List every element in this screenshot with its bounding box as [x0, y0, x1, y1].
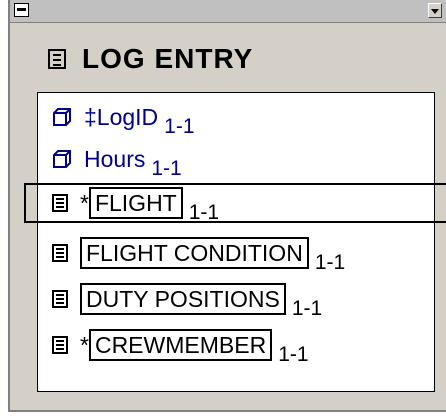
- minimize-icon: [17, 8, 26, 11]
- relation-icon: [52, 194, 68, 212]
- chevron-down-icon: [431, 9, 439, 14]
- multiplicity: 1-1: [291, 297, 323, 320]
- title-bar[interactable]: [10, 0, 446, 23]
- attribute-icon: [53, 150, 71, 168]
- entity-header: LOG ENTRY: [30, 34, 426, 84]
- entity-title: LOG ENTRY: [82, 43, 254, 74]
- member-list: ‡LogID 1-1 Hours 1-1 * FLIGHT 1-1 FLIGHT CON…: [24, 92, 446, 392]
- multiplicity: 1-1: [188, 201, 220, 224]
- entity-icon: [48, 49, 66, 69]
- attribute-row-hours[interactable]: Hours 1-1: [38, 139, 434, 180]
- relation-icon: [52, 244, 68, 262]
- attribute-label: ‡LogID 1-1: [84, 103, 195, 138]
- relation-row-crewmember[interactable]: * CREWMEMBER 1-1: [38, 325, 434, 366]
- system-menu-button[interactable]: [14, 3, 29, 17]
- multiplicity: 1-1: [278, 343, 309, 366]
- relation-label: DUTY POSITIONS 1-1: [80, 283, 322, 320]
- dropdown-button[interactable]: [428, 3, 442, 18]
- multiplicity: 1-1: [314, 251, 346, 274]
- relation-label: * FLIGHT 1-1: [80, 187, 219, 224]
- attribute-key-icon: [53, 108, 71, 126]
- relation-row-duty-positions[interactable]: DUTY POSITIONS 1-1: [38, 279, 434, 320]
- entity-window: LOG ENTRY ‡LogID 1-1 Hours 1-1 * FLIGHT 1-1 …: [8, 0, 446, 412]
- relation-row-flight-condition[interactable]: FLIGHT CONDITION 1-1: [38, 233, 434, 274]
- multiplicity: 1-1: [151, 156, 182, 180]
- relation-label: * CREWMEMBER 1-1: [80, 329, 309, 366]
- attribute-label: Hours 1-1: [84, 145, 182, 180]
- relation-icon: [52, 336, 68, 354]
- attribute-row-logid[interactable]: ‡LogID 1-1: [38, 97, 434, 138]
- relation-label: FLIGHT CONDITION 1-1: [80, 237, 345, 274]
- relation-icon: [52, 290, 68, 308]
- multiplicity: 1-1: [164, 114, 195, 138]
- relation-row-flight[interactable]: * FLIGHT 1-1: [24, 183, 446, 224]
